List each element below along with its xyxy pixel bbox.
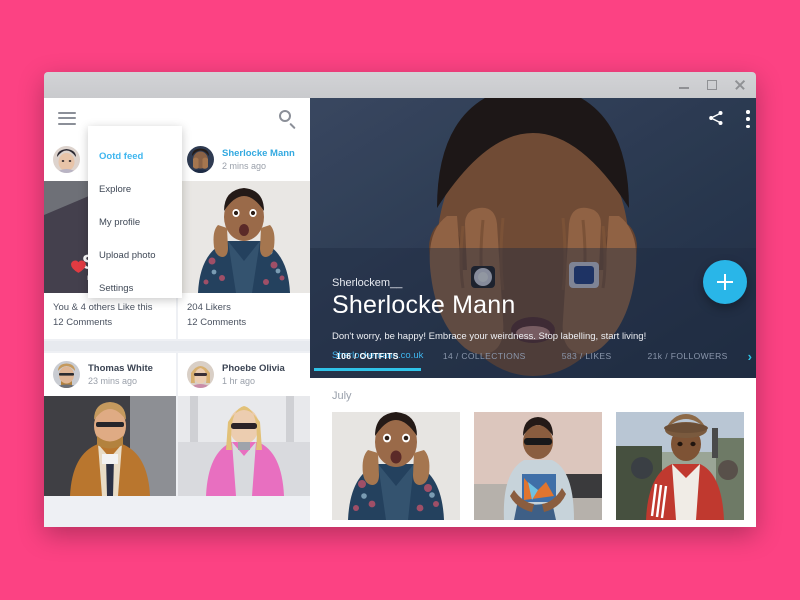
feed-card-photo[interactable] xyxy=(178,181,310,293)
feed-column: SDN LONDON You & 4 others Like this 12 C… xyxy=(44,98,310,527)
avatar xyxy=(53,361,80,388)
feed-card-photo[interactable] xyxy=(44,396,176,496)
hamburger-icon[interactable] xyxy=(58,111,76,125)
feed-card-meta: Phoebe Olivia 1 hr ago xyxy=(222,362,285,388)
avatar xyxy=(187,146,214,173)
tab-outfits[interactable]: 106 / OUTFITS xyxy=(314,351,421,371)
feed-card-photo[interactable] xyxy=(178,396,310,496)
tab-likes[interactable]: 583 / LIKES xyxy=(562,351,612,371)
search-icon[interactable] xyxy=(279,109,296,129)
feed-card-header: Sherlocke Mann 2 mins ago xyxy=(178,138,310,181)
menu-item-ootd-feed[interactable]: Ootd feed xyxy=(88,140,182,173)
tab-label: 106 / OUTFITS xyxy=(336,351,399,361)
nav-dropdown-menu[interactable]: Ootd feed Explore My profile Upload phot… xyxy=(88,126,182,298)
feed-row-divider xyxy=(44,341,310,351)
menu-item-label: Explore xyxy=(99,184,132,195)
avatar xyxy=(187,361,214,388)
menu-item-my-profile[interactable]: My profile xyxy=(88,206,182,239)
profile-bio: Don't worry, be happy! Embrace your weir… xyxy=(332,331,647,342)
feed-card-likes: 204 Likers xyxy=(187,302,231,313)
menu-item-upload-photo[interactable]: Upload photo xyxy=(88,239,182,272)
feed-card-author: Thomas White xyxy=(88,362,153,374)
gallery-grid xyxy=(332,412,744,520)
feed-card-meta: Sherlocke Mann 2 mins ago xyxy=(222,147,295,173)
tab-label: 583 / LIKES xyxy=(561,351,612,361)
feed-card-time: 1 hr ago xyxy=(222,375,256,386)
profile-handle: Sherlockem__ xyxy=(332,277,403,289)
avatar xyxy=(53,146,80,173)
tab-collections[interactable]: 14 / COLLECTIONS xyxy=(443,351,526,371)
menu-item-explore[interactable]: Explore xyxy=(88,173,182,206)
menu-item-label: My profile xyxy=(99,217,141,228)
menu-item-label: Ootd feed xyxy=(99,151,144,162)
gallery-item[interactable] xyxy=(332,412,460,520)
menu-item-label: Settings xyxy=(99,283,134,294)
profile-tabs: 106 / OUTFITS 14 / COLLECTIONS 583 / LIK… xyxy=(310,344,756,378)
profile-hero: Sherlockem__ Sherlocke Mann Don't worry,… xyxy=(310,98,756,378)
tab-label: 21k / FOLLOWERS xyxy=(647,351,728,361)
profile-pane: Sherlockem__ Sherlocke Mann Don't worry,… xyxy=(310,98,756,527)
window-maximize-button[interactable] xyxy=(706,79,718,91)
tab-followers[interactable]: 21k / FOLLOWERS xyxy=(648,351,728,371)
app-window: SDN LONDON You & 4 others Like this 12 C… xyxy=(44,72,756,527)
profile-actions xyxy=(708,110,750,131)
feed-card[interactable]: Thomas White 23 mins ago xyxy=(44,353,176,496)
chevron-right-icon[interactable]: › xyxy=(748,349,752,374)
feed-card-comments: 12 Comments xyxy=(187,317,247,328)
menu-item-label: Upload photo xyxy=(99,250,156,261)
gallery-month-label: July xyxy=(332,390,352,402)
feed-card[interactable]: Sherlocke Mann 2 mins ago 204 Likers 12 … xyxy=(178,138,310,339)
window-minimize-button[interactable] xyxy=(678,79,690,91)
window-close-button[interactable] xyxy=(734,79,746,91)
share-icon[interactable] xyxy=(708,110,724,131)
feed-card-time: 23 mins ago xyxy=(88,375,138,386)
profile-identity: Sherlockem__ Sherlocke Mann xyxy=(332,277,515,320)
feed-card-time: 2 mins ago xyxy=(222,160,267,171)
feed-card-author: Phoebe Olivia xyxy=(222,362,285,374)
profile-name: Sherlocke Mann xyxy=(332,291,516,319)
feed-card-author: Sherlocke Mann xyxy=(222,147,295,159)
gallery-item[interactable] xyxy=(616,412,744,520)
gallery-item[interactable] xyxy=(474,412,602,520)
window-titlebar xyxy=(44,72,756,98)
feed-card-header: Thomas White 23 mins ago xyxy=(44,353,176,396)
more-vertical-icon[interactable] xyxy=(746,110,750,128)
window-body: SDN LONDON You & 4 others Like this 12 C… xyxy=(44,98,756,527)
feed-card[interactable]: Phoebe Olivia 1 hr ago xyxy=(178,353,310,496)
gallery-section: July xyxy=(310,378,756,527)
feed-card-comments: 12 Comments xyxy=(53,317,113,328)
feed-card-meta: Thomas White 23 mins ago xyxy=(88,362,153,388)
menu-item-settings[interactable]: Settings xyxy=(88,272,182,305)
feed-card-header: Phoebe Olivia 1 hr ago xyxy=(178,353,310,396)
feed-card-footer: 204 Likers 12 Comments xyxy=(178,293,310,339)
add-button[interactable] xyxy=(703,260,747,304)
tab-label: 14 / COLLECTIONS xyxy=(442,351,526,361)
